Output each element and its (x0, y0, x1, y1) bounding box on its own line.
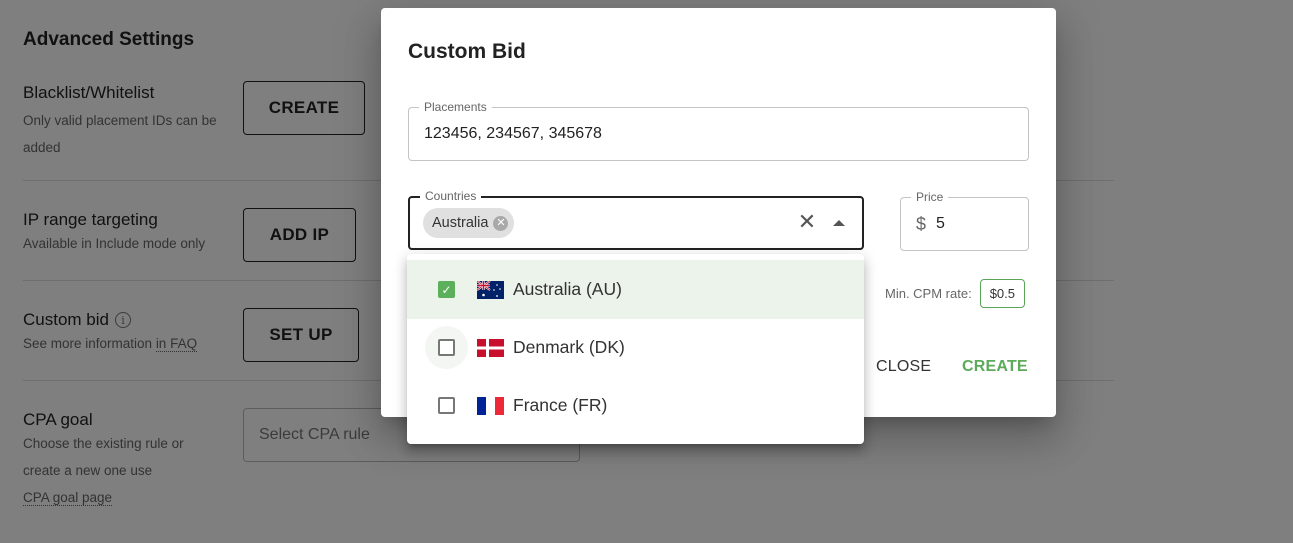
price-field[interactable]: Price $ 5 (900, 189, 1029, 251)
checkbox-checked[interactable]: ✓ (438, 281, 455, 298)
chip-remove-icon[interactable]: ✕ (493, 215, 509, 231)
option-label: France (FR) (513, 395, 608, 415)
australia-flag-icon (477, 280, 504, 299)
arrow-up-icon[interactable] (833, 220, 845, 226)
option-label: Denmark (DK) (513, 337, 625, 357)
placements-field[interactable]: Placements 123456, 234567, 345678 (408, 99, 1029, 161)
option-label: Australia (AU) (513, 279, 622, 299)
chip-label: Australia (432, 215, 489, 231)
checkbox-unchecked[interactable] (438, 397, 455, 414)
country-option-fr[interactable]: France (FR) (407, 376, 864, 435)
country-option-au[interactable]: ✓ Australia (AU) (407, 260, 864, 319)
price-value: 5 (936, 215, 945, 232)
create-button[interactable]: CREATE (962, 358, 1028, 376)
countries-select[interactable]: Countries Australia ✕ ✕ (408, 188, 864, 250)
currency-symbol: $ (916, 213, 927, 234)
country-option-dk[interactable]: Denmark (DK) (407, 318, 864, 377)
countries-dropdown: ✓ Australia (AU) Denmark (DK) France (FR… (407, 254, 864, 444)
country-chip-australia: Australia ✕ (423, 208, 515, 238)
france-flag-icon (477, 396, 504, 415)
close-icon[interactable]: ✕ (795, 209, 819, 234)
dialog-title: Custom Bid (408, 40, 526, 63)
min-cpm-label: Min. CPM rate: (885, 286, 972, 301)
placements-value: 123456, 234567, 345678 (424, 125, 602, 142)
min-cpm-badge: $0.5 (979, 279, 1025, 308)
min-cpm-rate: Min. CPM rate: $0.5 (885, 279, 1025, 308)
close-button[interactable]: CLOSE (876, 358, 931, 376)
countries-label: Countries (420, 188, 482, 204)
denmark-flag-icon (477, 338, 504, 357)
checkbox-unchecked[interactable] (438, 339, 455, 356)
